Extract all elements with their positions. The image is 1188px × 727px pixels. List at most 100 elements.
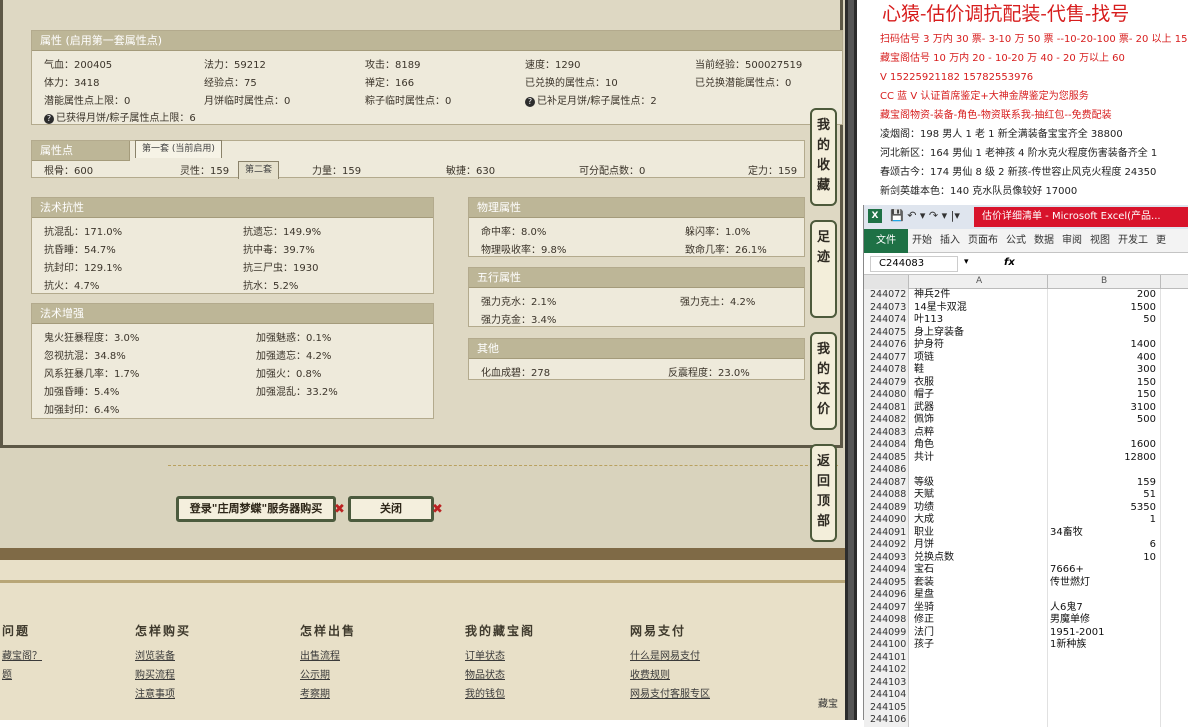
cell-b[interactable]: 传世燃灯: [1050, 577, 1090, 590]
cell-b[interactable]: 500: [1048, 414, 1156, 427]
table-row[interactable]: 244089 功绩 5350: [864, 501, 1188, 514]
footer-link[interactable]: 订单状态: [465, 647, 535, 666]
table-row[interactable]: 244093 兑换点数 10: [864, 551, 1188, 565]
row-number[interactable]: 244081: [864, 401, 909, 414]
sidebar-my-favorites[interactable]: 我的收藏: [810, 108, 837, 206]
cell-b[interactable]: 159: [1048, 477, 1156, 490]
footer-link[interactable]: 题: [2, 666, 42, 685]
cell-a[interactable]: 大成: [914, 514, 934, 527]
row-number[interactable]: 244090: [864, 514, 909, 527]
table-row[interactable]: 244087 等级 159: [864, 476, 1188, 490]
table-row[interactable]: 244076 护身符 1400: [864, 339, 1188, 352]
row-number[interactable]: 244072: [864, 289, 909, 302]
row-number[interactable]: 244082: [864, 414, 909, 427]
table-row[interactable]: 244074 叶113 50: [864, 314, 1188, 327]
cell-a[interactable]: 14星卡双混: [914, 302, 967, 315]
table-row[interactable]: 244075 身上穿装备: [864, 326, 1188, 340]
table-row[interactable]: 244104: [864, 689, 1188, 702]
cell-b[interactable]: 3100: [1048, 402, 1156, 415]
row-number[interactable]: 244102: [864, 664, 909, 677]
cell-b[interactable]: 12800: [1048, 452, 1156, 465]
sidebar-footprints[interactable]: 足迹: [810, 220, 837, 318]
table-row[interactable]: 244101: [864, 651, 1188, 664]
cell-b[interactable]: 300: [1048, 364, 1156, 377]
footer-link[interactable]: 注意事项: [135, 685, 191, 704]
table-row[interactable]: 244078 鞋 300: [864, 364, 1188, 377]
close-button[interactable]: 关闭: [348, 496, 434, 522]
row-number[interactable]: 244085: [864, 451, 909, 464]
cell-b[interactable]: 50: [1048, 314, 1156, 327]
row-number[interactable]: 244103: [864, 676, 909, 689]
login-server-buy-button[interactable]: 登录"庄周梦蝶"服务器购买: [176, 496, 336, 522]
ribbon-tab[interactable]: 更: [1152, 229, 1170, 253]
cell-a[interactable]: 坐骑: [914, 602, 934, 615]
cell-a[interactable]: 身上穿装备: [914, 327, 964, 340]
row-number[interactable]: 244097: [864, 601, 909, 614]
cell-b[interactable]: 7666+: [1050, 564, 1084, 577]
cell-b[interactable]: 400: [1048, 352, 1156, 365]
table-row[interactable]: 244073 14星卡双混 1500: [864, 301, 1188, 315]
row-number[interactable]: 244096: [864, 589, 909, 602]
footer-link[interactable]: 购买流程: [135, 666, 191, 685]
column-a-header[interactable]: A: [976, 276, 982, 286]
cell-b[interactable]: 10: [1048, 552, 1156, 565]
cell-b[interactable]: 34畜牧: [1050, 527, 1083, 540]
cell-a[interactable]: 修正: [914, 614, 934, 627]
row-number[interactable]: 244084: [864, 439, 909, 452]
ribbon-tab[interactable]: 开发工: [1114, 229, 1152, 253]
table-row[interactable]: 244077 项链 400: [864, 351, 1188, 365]
table-row[interactable]: 244098 修正 男魔单修: [864, 614, 1188, 627]
cell-b[interactable]: 1600: [1048, 439, 1156, 452]
ribbon-tab[interactable]: 视图: [1086, 229, 1114, 253]
table-row[interactable]: 244094 宝石 7666+: [864, 564, 1188, 577]
footer-link[interactable]: 什么是网易支付: [630, 647, 710, 666]
cell-a[interactable]: 宝石: [914, 564, 934, 577]
cell-b[interactable]: 人6鬼7: [1050, 602, 1083, 615]
row-number[interactable]: 244105: [864, 701, 909, 714]
table-row[interactable]: 244086: [864, 464, 1188, 477]
tab-set-one[interactable]: 第一套 (当前启用): [135, 140, 222, 158]
footer-link[interactable]: 考察期: [300, 685, 356, 704]
cell-a[interactable]: 等级: [914, 477, 934, 490]
cell-b[interactable]: 200: [1048, 289, 1156, 302]
cell-b[interactable]: 1: [1048, 514, 1156, 527]
row-number[interactable]: 244106: [864, 714, 909, 727]
row-number[interactable]: 244099: [864, 626, 909, 639]
window-splitter[interactable]: [845, 0, 857, 720]
ribbon-tab[interactable]: 插入: [936, 229, 964, 253]
row-number[interactable]: 244076: [864, 339, 909, 352]
row-number[interactable]: 244093: [864, 551, 909, 564]
cell-a[interactable]: 鞋: [914, 364, 924, 377]
table-row[interactable]: 244082 佩饰 500: [864, 414, 1188, 427]
row-number[interactable]: 244091: [864, 526, 909, 539]
cell-a[interactable]: 项链: [914, 352, 934, 365]
row-number[interactable]: 244104: [864, 689, 909, 702]
spreadsheet-grid[interactable]: 244072 神兵2件 200 244073 14星卡双混 1500 244074 叶113 5…: [864, 289, 1188, 727]
cell-b[interactable]: 51: [1048, 489, 1156, 502]
footer-link[interactable]: 藏宝阁？: [2, 647, 42, 666]
ribbon-tab[interactable]: 数据: [1030, 229, 1058, 253]
table-row[interactable]: 244100 孩子 1新种族: [864, 639, 1188, 652]
namebox-dropdown-icon[interactable]: ▾: [964, 257, 969, 267]
footer-link[interactable]: 网易支付客服专区: [630, 685, 710, 704]
table-row[interactable]: 244081 武器 3100: [864, 401, 1188, 415]
cell-a[interactable]: 兑换点数: [914, 552, 954, 565]
table-row[interactable]: 244106: [864, 714, 1188, 727]
row-number[interactable]: 244088: [864, 489, 909, 502]
ribbon-tab[interactable]: 文件: [864, 229, 908, 253]
row-number[interactable]: 244092: [864, 539, 909, 552]
sidebar-back-to-top[interactable]: 返回顶部: [810, 444, 837, 542]
row-number[interactable]: 244077: [864, 351, 909, 364]
cell-b[interactable]: 150: [1048, 377, 1156, 390]
table-row[interactable]: 244080 帽子 150: [864, 389, 1188, 402]
cell-a[interactable]: 天赋: [914, 489, 934, 502]
table-row[interactable]: 244105: [864, 701, 1188, 714]
cell-b[interactable]: 1500: [1048, 302, 1156, 315]
row-number[interactable]: 244094: [864, 564, 909, 577]
table-row[interactable]: 244084 角色 1600: [864, 439, 1188, 452]
row-number[interactable]: 244086: [864, 464, 909, 477]
cell-a[interactable]: 共计: [914, 452, 934, 465]
cell-a[interactable]: 孩子: [914, 639, 934, 652]
table-row[interactable]: 244085 共计 12800: [864, 451, 1188, 465]
table-row[interactable]: 244090 大成 1: [864, 514, 1188, 527]
